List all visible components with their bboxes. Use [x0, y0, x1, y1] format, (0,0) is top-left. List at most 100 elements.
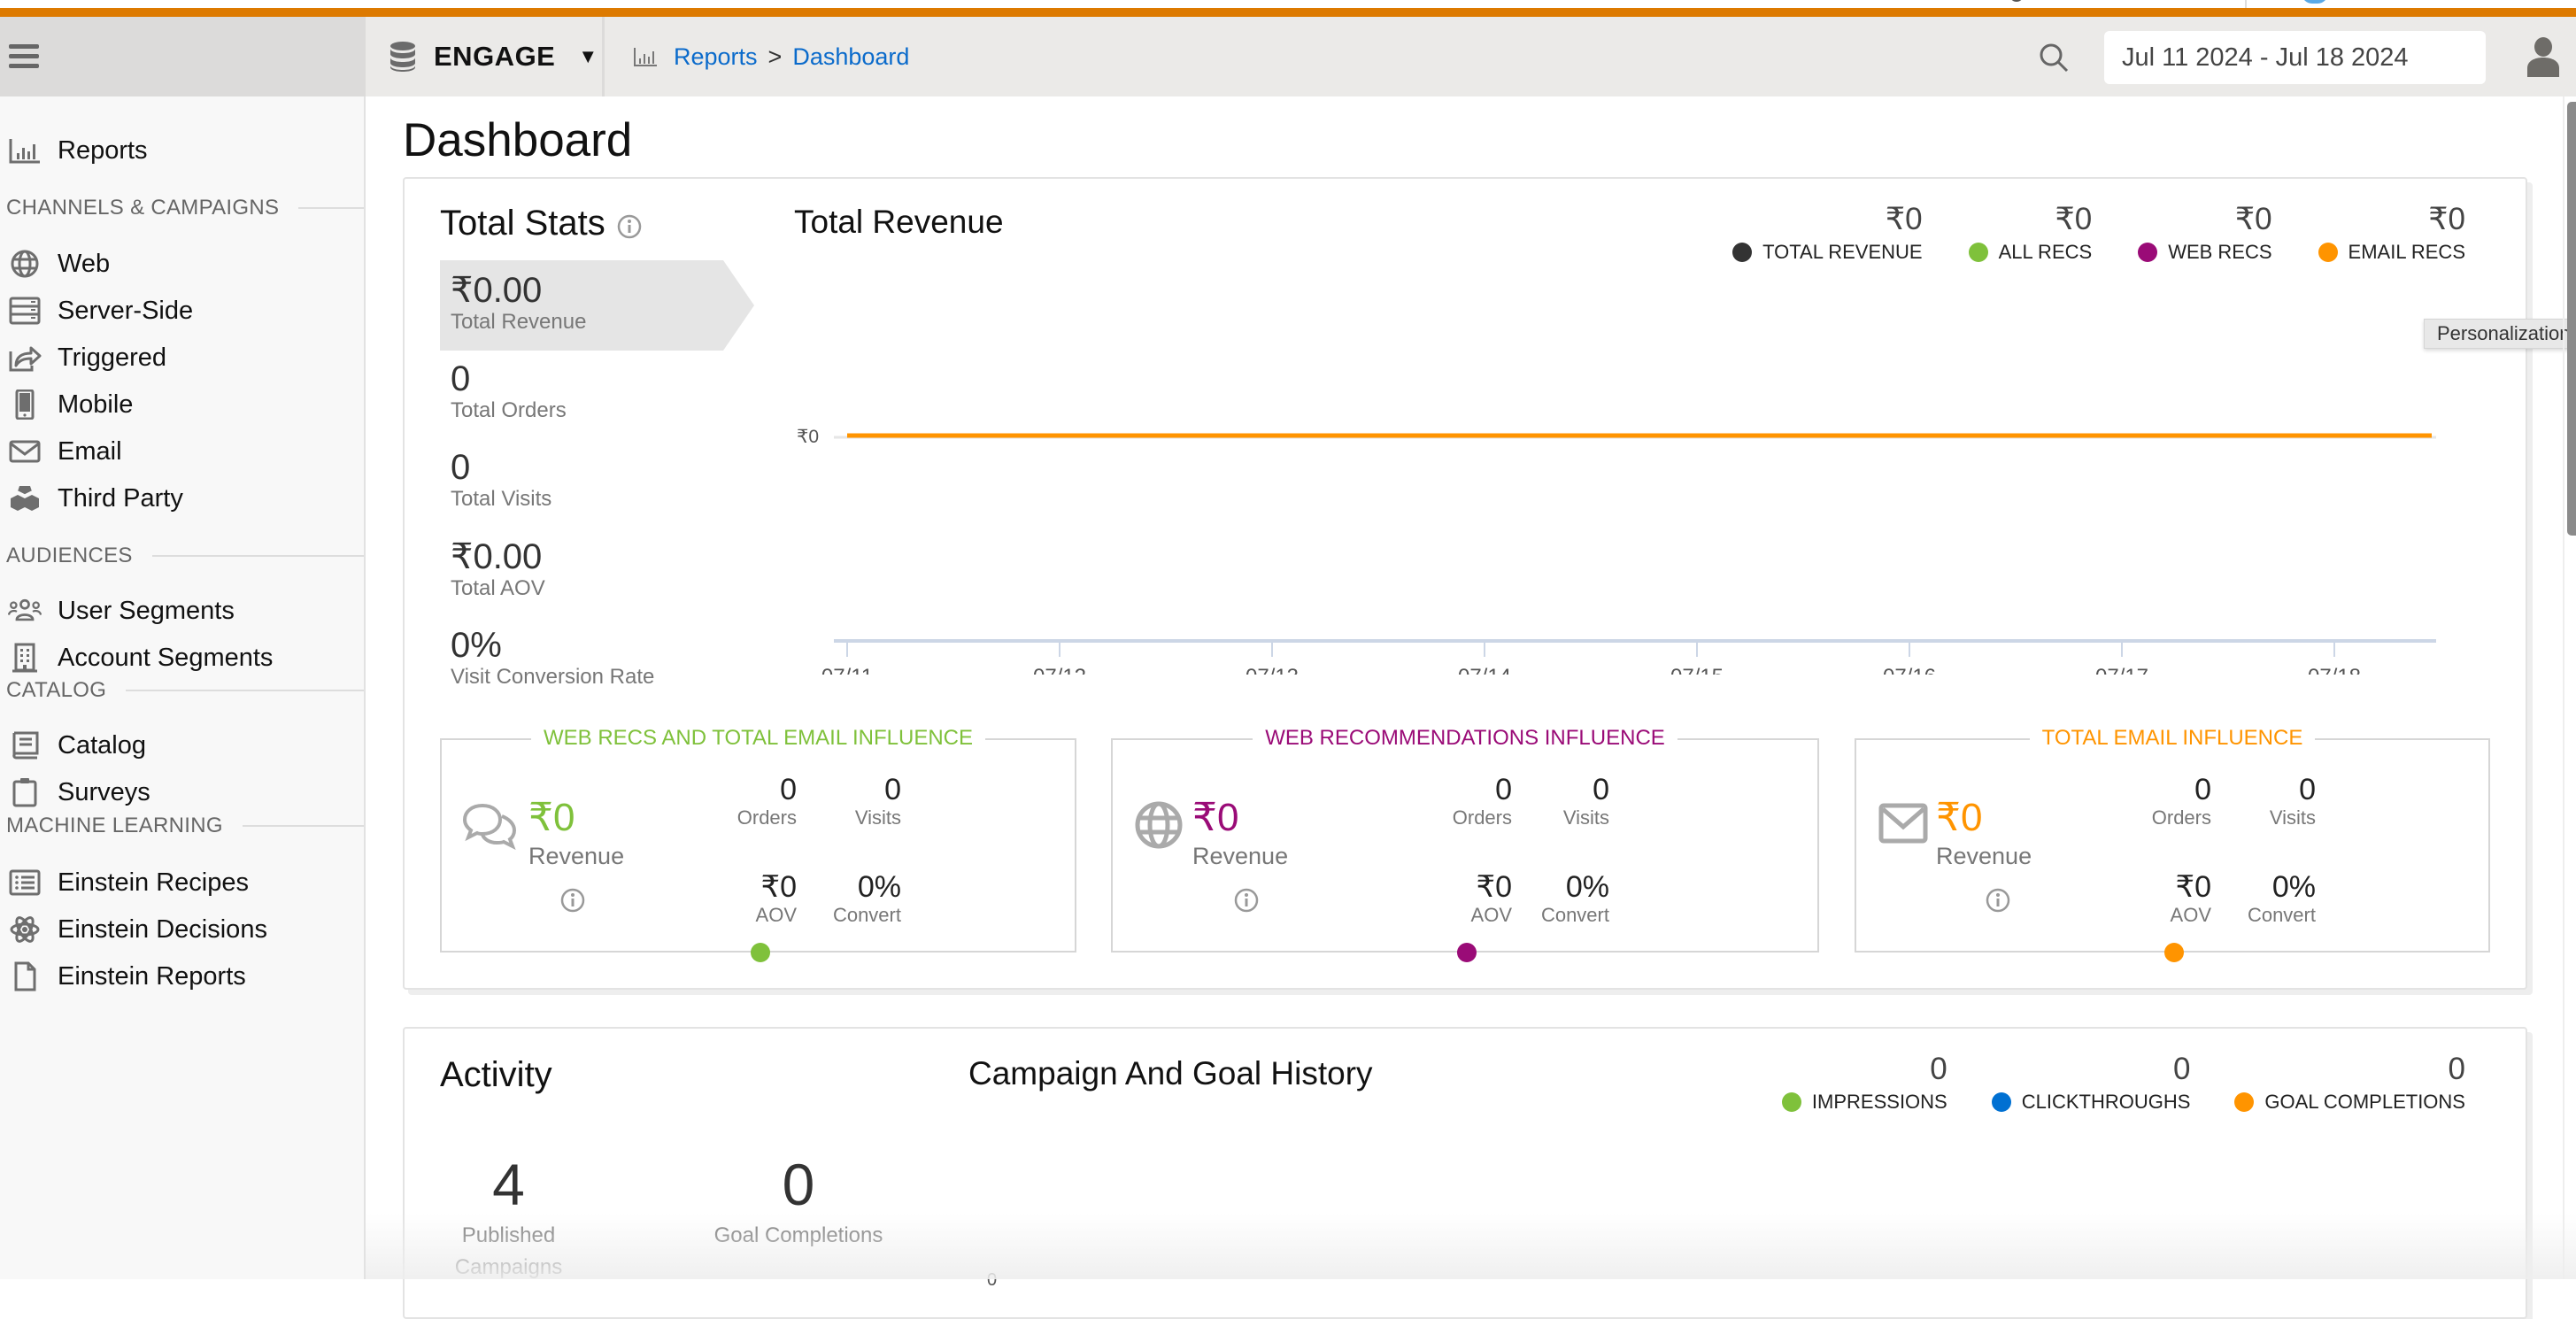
- legend-web-recs[interactable]: ₹0 WEB RECS: [2138, 200, 2272, 266]
- metric-value: 0: [1593, 773, 1609, 806]
- metric-value: ₹0: [2175, 870, 2211, 904]
- breadcrumb-reports-link[interactable]: Reports: [674, 43, 758, 71]
- info-icon[interactable]: [559, 887, 586, 914]
- sidebar-item-einstein-recipes[interactable]: Einstein Recipes: [0, 856, 364, 909]
- card-aov: ₹0 AOV: [756, 871, 797, 928]
- metric-value: ₹0: [1476, 870, 1512, 904]
- x-tick-label: 07/15: [1670, 665, 1724, 675]
- legend-goal-completions[interactable]: 0 GOAL COMPLETIONS: [2234, 1050, 2465, 1115]
- sidebar-item-catalog[interactable]: Catalog: [0, 719, 364, 772]
- legend-value: ₹0: [1885, 202, 1923, 236]
- legend-all-recs[interactable]: ₹0 ALL RECS: [1968, 200, 2092, 266]
- metric-label: AOV: [755, 904, 797, 926]
- scrollbar[interactable]: [2567, 102, 2576, 536]
- sidebar-item-reports[interactable]: Reports: [0, 124, 364, 177]
- metric-label: Convert: [832, 904, 901, 926]
- legend-clickthroughs[interactable]: 0 CLICKTHROUGHS: [1991, 1050, 2191, 1115]
- legend-dot: [2234, 1092, 2255, 1112]
- card-color-dot: [1457, 943, 1477, 962]
- app-switcher[interactable]: ENGAGE ▼: [389, 17, 598, 96]
- x-tick-label: 07/17: [2095, 665, 2148, 675]
- revenue-legend: ₹0 TOTAL REVENUE ₹0 ALL RECS ₹0 WEB RECS…: [1732, 200, 2465, 266]
- breadcrumb: Reports > Dashboard: [633, 17, 909, 96]
- legend-value: ₹0: [2428, 202, 2465, 236]
- info-icon[interactable]: [616, 213, 643, 240]
- influence-card-web-recs-and-email: WEB RECS AND TOTAL EMAIL INFLUENCE ₹0 Reve…: [440, 726, 1076, 962]
- activity-value: 0: [782, 1152, 815, 1217]
- search-icon[interactable]: [2038, 42, 2070, 73]
- card-revenue-value: ₹0: [1192, 796, 1239, 839]
- stat-label: Total Visits: [451, 487, 552, 511]
- metric-value: 0%: [857, 870, 901, 904]
- y-tick-label: ₹0: [797, 427, 819, 447]
- metric-label: Visits: [1562, 806, 1609, 829]
- legend-total-revenue[interactable]: ₹0 TOTAL REVENUE: [1732, 200, 1923, 266]
- sidebar-item-mobile[interactable]: Mobile: [0, 378, 364, 431]
- sidebar-item-einstein-decisions[interactable]: Einstein Decisions: [0, 903, 364, 956]
- card-title: WEB RECS AND TOTAL EMAIL INFLUENCE: [442, 726, 1075, 751]
- sidebar-section-catalog: CATALOG: [6, 678, 364, 703]
- activity-title: Activity: [440, 1055, 552, 1094]
- legend-dot: [1732, 243, 1753, 262]
- sidebar-item-email[interactable]: Email: [0, 425, 364, 478]
- date-range-picker[interactable]: Jul 11 2024 - Jul 18 2024: [2104, 31, 2486, 84]
- section-label: AUDIENCES: [6, 544, 133, 567]
- activity-published-campaigns: 4 Published Campaigns: [440, 1149, 577, 1284]
- sidebar-item-triggered[interactable]: Triggered: [0, 331, 364, 384]
- legend-email-recs[interactable]: ₹0 EMAIL RECS: [2318, 200, 2465, 266]
- breadcrumb-dashboard-link[interactable]: Dashboard: [792, 43, 909, 71]
- info-icon[interactable]: [1233, 887, 1260, 914]
- sidebar-item-label: Third Party: [58, 483, 183, 513]
- legend-impressions[interactable]: 0 IMPRESSIONS: [1781, 1050, 1947, 1115]
- stat-total-aov[interactable]: ₹0.00 Total AOV: [451, 537, 545, 601]
- card-revenue-value: ₹0: [1936, 796, 1983, 839]
- metric-value: 0%: [1565, 870, 1609, 904]
- stat-total-visits[interactable]: 0 Total Visits: [451, 448, 551, 512]
- metric-label: AOV: [1470, 904, 1512, 926]
- tooltip: Personalization: [2424, 319, 2576, 349]
- info-icon[interactable]: [1985, 887, 2011, 914]
- hamburger-icon[interactable]: [9, 44, 39, 69]
- sidebar-item-surveys[interactable]: Surveys: [0, 766, 364, 819]
- sidebar-section-machine-learning: MACHINE LEARNING: [6, 814, 364, 838]
- sidebar-item-server-side[interactable]: Server-Side: [0, 284, 364, 337]
- stat-label: Total AOV: [451, 576, 545, 600]
- sidebar-nav: Reports CHANNELS & CAMPAIGNS Web Server-Sid…: [0, 96, 366, 1279]
- activity-panel: Activity 4 Published Campaigns 0 Goal Co…: [403, 1027, 2527, 1319]
- metric-label: Convert: [1540, 904, 1609, 926]
- section-label: MACHINE LEARNING: [6, 814, 223, 837]
- stat-value: 0: [451, 359, 471, 398]
- sidebar-item-label: Einstein Recipes: [58, 868, 249, 897]
- document-icon: [7, 960, 42, 992]
- metric-label: Orders: [737, 806, 797, 829]
- sidebar-item-third-party[interactable]: Third Party: [0, 472, 364, 525]
- metric-value: 0%: [2271, 870, 2316, 904]
- boxes-icon: [7, 482, 42, 514]
- stat-visit-conversion-rate[interactable]: 0% Visit Conversion Rate: [451, 626, 654, 690]
- sidebar-item-web[interactable]: Web: [0, 237, 364, 290]
- metric-value: 0: [884, 773, 901, 806]
- page-title: Dashboard: [403, 114, 633, 166]
- legend-value: 0: [2172, 1052, 2191, 1086]
- influence-card-total-email: TOTAL EMAIL INFLUENCE ₹0 Revenue 0 Orders 0 Vi…: [1855, 726, 2490, 962]
- sidebar-item-label: Surveys: [58, 777, 150, 806]
- card-convert: 0% Convert: [1541, 871, 1609, 928]
- sidebar-item-label: Einstein Decisions: [58, 914, 267, 944]
- building-icon: [7, 642, 42, 674]
- stat-total-orders[interactable]: 0 Total Orders: [451, 359, 567, 423]
- user-icon[interactable]: [2526, 36, 2561, 77]
- total-stats-panel: Total Stats ₹0.00 Total Revenue 0 Total …: [403, 177, 2527, 990]
- activity-value: 4: [492, 1152, 525, 1217]
- metric-label: Orders: [1452, 806, 1512, 829]
- sidebar-item-user-segments[interactable]: User Segments: [0, 584, 364, 637]
- sidebar-item-einstein-reports[interactable]: Einstein Reports: [0, 950, 364, 1003]
- sidebar-item-account-segments[interactable]: Account Segments: [0, 631, 364, 684]
- sidebar-section-channels-campaigns: CHANNELS & CAMPAIGNS: [6, 196, 364, 220]
- legend-label: GOAL COMPLETIONS: [2264, 1091, 2465, 1113]
- stat-total-revenue[interactable]: ₹0.00 Total Revenue: [451, 271, 586, 335]
- partial-icon: [2009, 0, 2024, 2]
- card-convert: 0% Convert: [833, 871, 901, 928]
- globe-icon: [1132, 800, 1189, 850]
- total-stats-title: Total Stats: [440, 204, 605, 243]
- brand-accent-bar: [0, 8, 2576, 17]
